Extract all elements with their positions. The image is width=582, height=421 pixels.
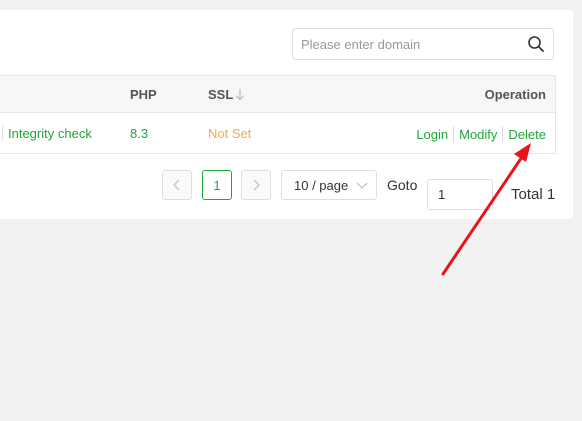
operation-column-header: Operation — [484, 87, 546, 102]
login-link[interactable]: Login — [416, 127, 448, 142]
chevron-right-icon — [253, 179, 260, 191]
site-table: PHP SSL Operation Integrity check 8.3 No… — [0, 75, 556, 154]
cell-divider — [2, 125, 3, 141]
prev-page-button[interactable] — [162, 170, 192, 200]
domain-search-input[interactable] — [293, 29, 513, 59]
page-size-select[interactable]: 10 / page — [281, 170, 377, 200]
ssl-column-header[interactable]: SSL — [208, 87, 233, 102]
goto-page-input[interactable] — [427, 179, 493, 210]
modify-link[interactable]: Modify — [459, 127, 497, 142]
domain-search-box[interactable] — [292, 28, 554, 60]
site-list-panel: PHP SSL Operation Integrity check 8.3 No… — [0, 10, 573, 219]
total-count: Total 1 — [511, 186, 556, 203]
row-operations: Login Modify Delete — [416, 126, 546, 142]
next-page-button[interactable] — [241, 170, 271, 200]
goto-label: Goto — [387, 177, 418, 193]
table-header: PHP SSL Operation — [0, 76, 555, 113]
integrity-check-link[interactable]: Integrity check — [8, 126, 92, 141]
page-size-value: 10 / page — [294, 178, 349, 193]
chevron-left-icon — [173, 179, 180, 191]
operation-divider — [502, 126, 504, 142]
operation-divider — [453, 126, 455, 142]
sort-arrow-down-icon[interactable] — [235, 88, 245, 101]
php-column-header: PHP — [130, 87, 157, 102]
page-1-button[interactable]: 1 — [202, 170, 232, 200]
ssl-status-value[interactable]: Not Set — [208, 126, 251, 141]
chevron-down-icon — [356, 182, 368, 189]
search-icon[interactable] — [527, 35, 545, 53]
table-row: Integrity check 8.3 Not Set Login Modify… — [0, 113, 555, 153]
delete-link[interactable]: Delete — [508, 127, 546, 142]
php-version-value[interactable]: 8.3 — [130, 126, 148, 141]
